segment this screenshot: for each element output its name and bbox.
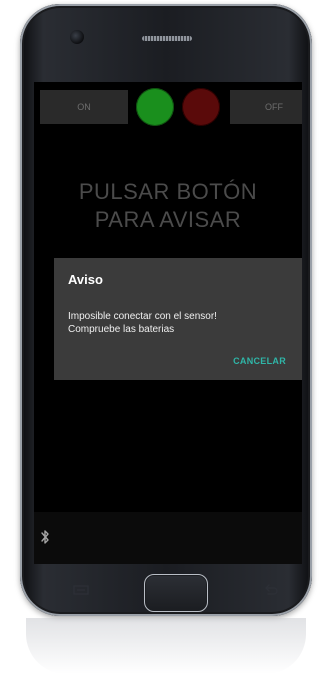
headline-line-1: PULSAR BOTÓN: [78, 179, 258, 204]
menu-key-icon[interactable]: [72, 584, 90, 596]
green-led-indicator: [136, 88, 174, 126]
on-button[interactable]: ON: [40, 90, 128, 124]
off-button[interactable]: OFF: [230, 90, 302, 124]
cancel-button[interactable]: CANCELAR: [233, 356, 286, 366]
alert-dialog: Aviso Imposible conectar con el sensor! …: [54, 258, 302, 380]
bluetooth-icon: [41, 530, 49, 544]
headline-line-2: PARA AVISAR: [94, 207, 242, 232]
dialog-title: Aviso: [68, 272, 103, 287]
phone-reflection: [26, 618, 306, 674]
red-led-indicator: [182, 88, 220, 126]
screen: ON OFF PULSAR BOTÓN PARA AVISAR Aviso Im…: [34, 82, 302, 564]
headline: PULSAR BOTÓN PARA AVISAR: [34, 178, 302, 234]
dialog-message: Imposible conectar con el sensor! Compru…: [68, 310, 294, 336]
dialog-message-line-2: Compruebe las baterias: [68, 324, 175, 335]
dialog-message-line-1: Imposible conectar con el sensor!: [68, 311, 217, 322]
back-key-icon[interactable]: [262, 584, 280, 596]
earpiece-speaker: [142, 36, 192, 41]
home-button[interactable]: [144, 574, 208, 612]
on-button-label: ON: [77, 102, 91, 112]
front-camera-icon: [70, 30, 84, 44]
off-button-label: OFF: [265, 102, 283, 112]
status-bar: [34, 512, 302, 564]
